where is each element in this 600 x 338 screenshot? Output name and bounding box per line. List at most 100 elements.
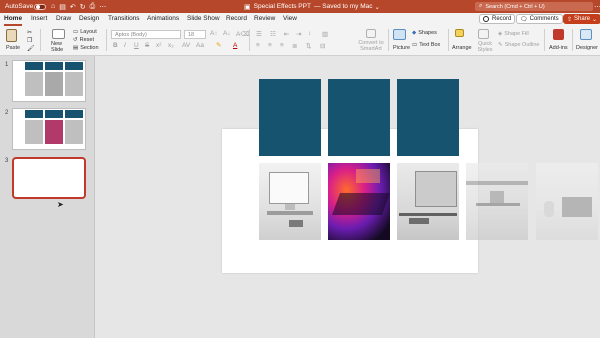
section-label: Section (80, 45, 99, 51)
comments-button[interactable]: 🗨 Comments (516, 14, 563, 24)
slide-thumbnail-2[interactable] (12, 108, 86, 150)
redo-icon[interactable]: ↻ (80, 3, 86, 11)
slide-number: 3 (5, 158, 9, 164)
search-icon: ⌕ (479, 3, 483, 9)
tab-design[interactable]: Design (79, 15, 99, 22)
more-icon[interactable]: ⋯ (99, 3, 106, 11)
arrange-button[interactable] (455, 29, 464, 37)
outline-pen-icon: ✎ (498, 42, 503, 48)
office-photo[interactable] (466, 163, 528, 240)
laptop-photo[interactable] (536, 163, 598, 240)
underline-icon[interactable]: U (134, 42, 139, 49)
new-slide-label: New Slide (51, 41, 64, 53)
clipboard-icon (6, 29, 17, 42)
ribbon: Paste ✂ ❐ 🖌 New Slide ▭ Layout ↺ Reset ▤ Se… (0, 26, 600, 56)
smartart-icon (366, 29, 376, 38)
font-color-icon[interactable]: A (233, 42, 237, 49)
subscript-icon[interactable]: x₂ (168, 42, 174, 49)
search-input[interactable]: ⌕ Search (Cmd + Ctrl + U) (475, 2, 593, 11)
chevron-down-icon[interactable]: ⌄ (374, 3, 379, 11)
change-case-icon[interactable]: Aa (196, 42, 204, 49)
justify-icon[interactable]: ≣ (292, 42, 297, 50)
convert-smartart-button[interactable] (360, 29, 376, 38)
tab-view[interactable]: View (283, 15, 297, 22)
align-text-icon[interactable]: ⊟ (320, 42, 325, 50)
shape-fill-button[interactable]: ◈ Shape Fill (498, 31, 529, 37)
tab-draw[interactable]: Draw (56, 15, 71, 22)
shapes-button[interactable]: ◆ Shapes (412, 30, 437, 36)
search-placeholder: Search (Cmd + Ctrl + U) (485, 3, 545, 10)
menu-bar: Home Insert Draw Design Transitions Anim… (0, 13, 600, 26)
layout-button[interactable]: ▭ Layout (73, 29, 97, 35)
align-center-icon[interactable]: ≡ (268, 42, 272, 49)
tab-slide-show[interactable]: Slide Show (187, 15, 220, 22)
copy-icon[interactable]: ❐ (27, 37, 32, 44)
shapes-label: Shapes (418, 30, 437, 36)
designer-button[interactable] (580, 29, 592, 40)
autosave-toggle[interactable] (34, 3, 46, 10)
increase-indent-icon[interactable]: ⇥ (296, 30, 301, 38)
paste-label: Paste (6, 45, 21, 51)
slide-number: 1 (5, 62, 9, 68)
picture-button[interactable] (393, 29, 406, 40)
cut-icon[interactable]: ✂ (27, 29, 32, 36)
add-ins-button[interactable] (553, 29, 564, 40)
shape-outline-button[interactable]: ✎ Shape Outline (498, 42, 539, 48)
slide-thumbnail-pane: 1 2 3 ➤ (0, 56, 95, 338)
bold-icon[interactable]: B (113, 42, 118, 49)
workspace-photo[interactable] (397, 163, 459, 240)
font-size-select[interactable]: 18 (184, 30, 206, 39)
quick-styles-button[interactable] (478, 29, 489, 39)
italic-icon[interactable]: I (124, 42, 126, 49)
more-icon[interactable]: ⋯ (594, 0, 600, 13)
arrange-icon (455, 29, 464, 37)
share-button[interactable]: ⇪ Share ⌄ (563, 14, 600, 24)
undo-icon[interactable]: ↶ (70, 3, 76, 11)
format-painter-icon[interactable]: 🖌 (27, 45, 35, 52)
decrease-font-icon[interactable]: A↓ (223, 30, 231, 37)
superscript-icon[interactable]: x² (156, 42, 161, 49)
tab-transitions[interactable]: Transitions (108, 15, 140, 22)
tab-home[interactable]: Home (4, 15, 22, 22)
text-direction-icon[interactable]: ⇅ (306, 42, 311, 50)
blue-rectangle[interactable] (397, 79, 459, 156)
picture-icon (393, 29, 406, 40)
tab-review[interactable]: Review (254, 15, 275, 22)
record-label: Record (492, 16, 512, 22)
laptop-neon-photo[interactable] (328, 163, 390, 240)
clear-format-icon[interactable]: A⌫ (236, 30, 250, 38)
section-button[interactable]: ▤ Section (73, 45, 99, 51)
bullets-icon[interactable]: ☰ (256, 30, 262, 38)
record-button[interactable]: Record (479, 14, 516, 24)
text-box-button[interactable]: ▭ Text Box (412, 42, 440, 48)
align-right-icon[interactable]: ≡ (280, 42, 284, 49)
tab-insert[interactable]: Insert (31, 15, 47, 22)
new-slide-button[interactable] (52, 29, 65, 39)
record-icon (483, 16, 489, 22)
slide-thumbnail-3[interactable] (12, 157, 86, 199)
line-spacing-icon[interactable]: ↕ (308, 30, 311, 37)
strikethrough-icon[interactable]: S (145, 42, 149, 49)
paste-button[interactable] (6, 29, 17, 42)
save-icon[interactable]: ▤ (59, 3, 66, 11)
columns-icon[interactable]: ▥ (322, 30, 328, 38)
blue-rectangle[interactable] (328, 79, 390, 156)
numbering-icon[interactable]: ☷ (270, 30, 276, 38)
tab-record[interactable]: Record (226, 15, 247, 22)
slide-thumbnail-1[interactable] (12, 60, 86, 102)
mouse-cursor-icon: ➤ (57, 200, 64, 209)
desk-photo[interactable] (259, 163, 321, 240)
blue-rectangle[interactable] (259, 79, 321, 156)
align-left-icon[interactable]: ≡ (256, 42, 260, 49)
decrease-indent-icon[interactable]: ⇤ (284, 30, 289, 38)
reset-button[interactable]: ↺ Reset (73, 37, 94, 43)
character-spacing-icon[interactable]: AV (182, 42, 190, 49)
font-name-select[interactable]: Aptos (Body) (111, 30, 181, 39)
layout-label: Layout (80, 29, 97, 35)
increase-font-icon[interactable]: A↑ (210, 30, 218, 37)
document-title: Special Effects PPT (253, 3, 311, 10)
print-icon[interactable]: ⎙ (90, 3, 96, 11)
tab-animations[interactable]: Animations (147, 15, 179, 22)
home-icon[interactable]: ⌂ (51, 3, 55, 10)
highlight-icon[interactable]: ✎ (216, 41, 221, 49)
